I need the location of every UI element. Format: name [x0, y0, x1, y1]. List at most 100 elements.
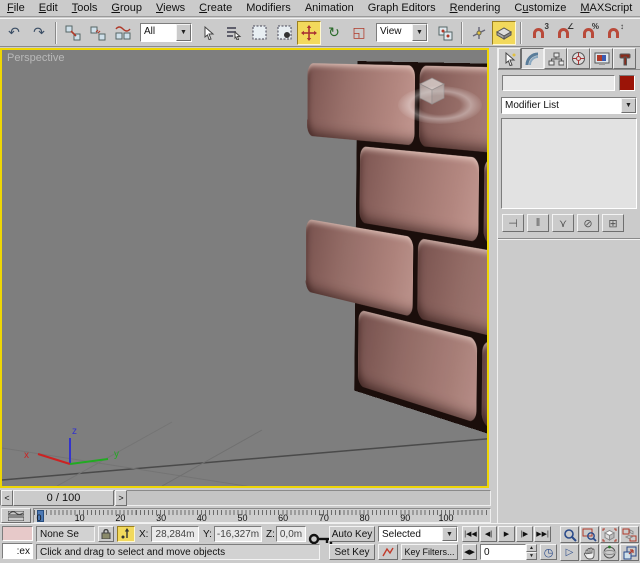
- track-bar-frame-label: 40: [197, 513, 207, 523]
- redo-button[interactable]: ↷: [27, 21, 51, 45]
- set-key-button[interactable]: Set Key: [329, 544, 375, 560]
- menu-graph-editors[interactable]: Graph Editors: [361, 1, 443, 15]
- menu-bar: FileEditToolsGroupViewsCreateModifiersAn…: [0, 0, 640, 17]
- reference-coordinate-system-dropdown[interactable]: View▼: [376, 23, 428, 42]
- arc-rotate-button[interactable]: [600, 544, 619, 561]
- track-bar[interactable]: 0102030405060708090100: [0, 508, 497, 523]
- zoom-extents-all-button[interactable]: [620, 526, 639, 543]
- menu-edit[interactable]: Edit: [32, 1, 65, 15]
- object-color-swatch[interactable]: [619, 75, 635, 91]
- menu-maxscript[interactable]: MAXScript: [573, 1, 639, 15]
- rect-selection-region-button[interactable]: [247, 21, 271, 45]
- menu-customize[interactable]: Customize: [507, 1, 573, 15]
- zoom-all-button[interactable]: [580, 526, 599, 543]
- go-to-start-button[interactable]: |◀◀: [462, 526, 479, 542]
- viewport-label[interactable]: Perspective: [7, 52, 64, 64]
- track-bar-frame-label: 50: [237, 513, 247, 523]
- snap-toggle-3d-button[interactable]: 3: [526, 21, 550, 45]
- viewport-perspective[interactable]: Perspective z x: [0, 48, 489, 488]
- chevron-down-icon[interactable]: ▼: [176, 24, 191, 41]
- time-slider-handle[interactable]: 0 / 100: [13, 490, 114, 506]
- zoom-region-button[interactable]: ▷: [560, 544, 579, 561]
- configure-modifier-sets-button[interactable]: ⊞: [602, 214, 624, 232]
- show-end-result-button[interactable]: ‖: [527, 214, 549, 232]
- percent-snap-button[interactable]: %: [576, 21, 600, 45]
- select-and-scale-button[interactable]: ◱: [347, 21, 371, 45]
- select-by-name-button[interactable]: [222, 21, 246, 45]
- tab-modify[interactable]: [521, 48, 544, 69]
- bind-to-space-warp-button[interactable]: [111, 21, 135, 45]
- menu-group[interactable]: Group: [104, 1, 149, 15]
- selection-lock-toggle[interactable]: [98, 526, 114, 542]
- tab-motion[interactable]: [567, 48, 590, 69]
- go-to-end-button[interactable]: ▶▶|: [534, 526, 551, 542]
- chevron-down-icon[interactable]: ▼: [621, 98, 636, 113]
- make-unique-button[interactable]: ⋎: [552, 214, 574, 232]
- zoom-button[interactable]: [560, 526, 579, 543]
- chevron-down-icon[interactable]: ▼: [412, 24, 427, 41]
- menu-animation[interactable]: Animation: [298, 1, 361, 15]
- selection-filter-dropdown[interactable]: All▼: [140, 23, 192, 42]
- spinner-snap-button[interactable]: ↕: [601, 21, 625, 45]
- y-coordinate-field[interactable]: -16,327m: [214, 526, 262, 542]
- menu-file[interactable]: File: [0, 1, 32, 15]
- previous-frame-slider-button[interactable]: <: [1, 490, 13, 506]
- default-tangent-button[interactable]: [378, 544, 398, 560]
- unlink-selection-button[interactable]: [86, 21, 110, 45]
- previous-frame-button[interactable]: ◀|: [480, 526, 497, 542]
- angle-snap-button[interactable]: ∠: [551, 21, 575, 45]
- key-filters-button[interactable]: Key Filters...: [401, 544, 458, 560]
- select-and-manipulate-button[interactable]: [467, 21, 491, 45]
- pan-button[interactable]: [580, 544, 599, 561]
- current-frame-field[interactable]: 0: [480, 544, 526, 560]
- tab-hierarchy[interactable]: [544, 48, 567, 69]
- tab-create[interactable]: [498, 48, 521, 69]
- absolute-offset-mode-toggle[interactable]: [117, 526, 135, 542]
- frame-spinner[interactable]: ▲▼: [526, 544, 537, 560]
- menu-modifiers[interactable]: Modifiers: [239, 1, 298, 15]
- next-frame-slider-button[interactable]: >: [115, 490, 127, 506]
- key-selection-dropdown[interactable]: Selected ▼: [378, 526, 458, 542]
- select-and-link-button[interactable]: [61, 21, 85, 45]
- track-bar-ticks[interactable]: 0102030405060708090100: [33, 508, 491, 523]
- pin-stack-button[interactable]: ⊣: [502, 214, 524, 232]
- modifier-list-dropdown[interactable]: Modifier List ▼: [501, 97, 637, 114]
- menu-rendering[interactable]: Rendering: [443, 1, 508, 15]
- play-button[interactable]: ▶: [498, 526, 515, 542]
- track-bar-frame-label: 80: [360, 513, 370, 523]
- zoom-extents-button[interactable]: [600, 526, 619, 543]
- select-and-rotate-button-glyph: ↻: [328, 24, 340, 41]
- remove-modifier-button[interactable]: ⊘: [577, 214, 599, 232]
- select-and-rotate-button[interactable]: ↻: [322, 21, 346, 45]
- undo-button[interactable]: ↶: [2, 21, 26, 45]
- viewport-canvas[interactable]: Perspective z x: [2, 50, 487, 486]
- time-slider[interactable]: < 0 / 100 >: [0, 489, 497, 507]
- menu-create[interactable]: Create: [192, 1, 239, 15]
- z-coordinate-label: Z:: [266, 529, 275, 540]
- next-frame-button[interactable]: |▶: [516, 526, 533, 542]
- window-crossing-button[interactable]: [272, 21, 296, 45]
- time-configuration-button[interactable]: ◷: [540, 544, 557, 560]
- open-mini-curve-editor-button[interactable]: [1, 508, 31, 523]
- use-pivot-point-center-button[interactable]: [433, 21, 457, 45]
- macro-recorder-line[interactable]: [2, 526, 33, 541]
- select-object-button[interactable]: [197, 21, 221, 45]
- select-and-move-button[interactable]: [297, 21, 321, 45]
- status-bar: :ex None Se X: 28,284m Y: -16,327m Z: 0,…: [0, 523, 640, 563]
- keyboard-shortcut-override-button[interactable]: [492, 21, 516, 45]
- helper-cube-object[interactable]: [414, 76, 450, 113]
- menu-tools[interactable]: Tools: [65, 1, 105, 15]
- object-name-field[interactable]: [502, 75, 615, 91]
- tab-utilities[interactable]: [613, 48, 636, 69]
- chevron-down-icon[interactable]: ▼: [442, 527, 457, 541]
- z-coordinate-field[interactable]: 0,0m: [276, 526, 306, 542]
- maxscript-mini-listener[interactable]: :ex: [2, 543, 33, 559]
- selection-count-display: None Se: [36, 526, 95, 542]
- key-mode-toggle[interactable]: ◀▶: [462, 544, 477, 560]
- tab-display[interactable]: [590, 48, 613, 69]
- menu-views[interactable]: Views: [149, 1, 192, 15]
- min-max-toggle-button[interactable]: [620, 544, 639, 561]
- x-coordinate-field[interactable]: 28,284m: [151, 526, 199, 542]
- auto-key-button[interactable]: Auto Key: [329, 526, 375, 542]
- modifier-stack-list[interactable]: [501, 118, 637, 209]
